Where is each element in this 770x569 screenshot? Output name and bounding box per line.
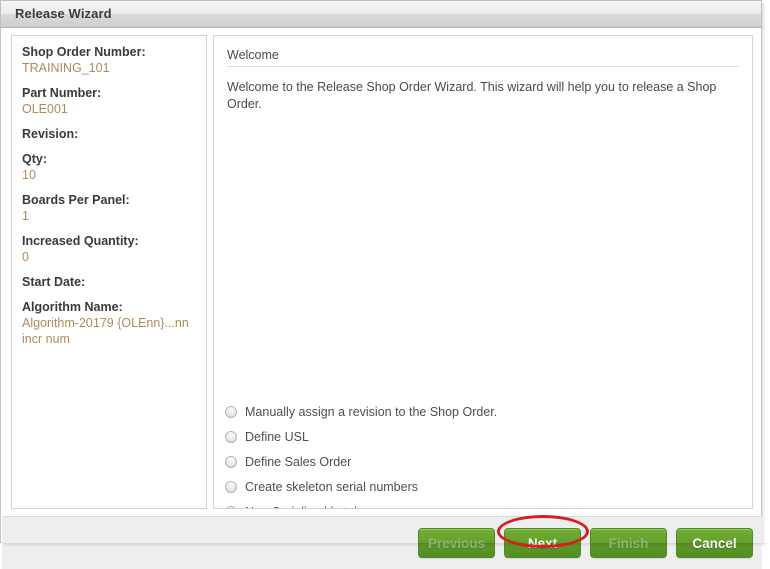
info-field-label: Revision: xyxy=(22,127,79,141)
info-field: Shop Order Number: TRAINING_101 xyxy=(22,44,206,76)
titlebar-shadow xyxy=(762,3,766,31)
info-field-value: OLE001 xyxy=(22,102,68,116)
wizard-option-row[interactable]: Non-Serialized batch xyxy=(225,499,725,509)
section-title: Welcome xyxy=(227,48,279,62)
info-field-value: TRAINING_101 xyxy=(22,61,110,75)
info-field: Start Date: xyxy=(22,274,206,290)
info-field-label: Part Number: xyxy=(22,86,102,100)
wizard-option-label: Create skeleton serial numbers xyxy=(245,479,418,494)
wizard-option-row[interactable]: Define USL xyxy=(225,424,725,449)
radio-button-icon[interactable] xyxy=(225,430,237,443)
info-field-label: Qty: xyxy=(22,152,47,166)
window-titlebar: Release Wizard xyxy=(0,0,762,28)
radio-button-icon[interactable] xyxy=(225,480,237,493)
radio-button-icon[interactable] xyxy=(225,455,237,468)
shop-order-info-panel: Shop Order Number: TRAINING_101 Part Numbe… xyxy=(11,35,207,509)
window-title: Release Wizard xyxy=(15,6,112,21)
info-field: Increased Quantity: 0 xyxy=(22,233,206,265)
info-field: Boards Per Panel: 1 xyxy=(22,192,206,224)
window-bottom-shadow xyxy=(4,543,766,547)
info-field-label: Algorithm Name: xyxy=(22,300,123,314)
wizard-option-label: Define Sales Order xyxy=(245,454,352,469)
radio-button-icon[interactable] xyxy=(225,505,237,508)
info-field: Revision: xyxy=(22,126,206,142)
info-field-label: Shop Order Number: xyxy=(22,45,146,59)
info-field-label: Increased Quantity: xyxy=(22,234,139,248)
info-field-value: 10 xyxy=(22,168,36,182)
info-field-value: Algorithm-20179 {OLEnn}...nn incr num xyxy=(22,316,189,346)
info-field-label: Start Date: xyxy=(22,275,86,289)
wizard-option-row[interactable]: Create skeleton serial numbers xyxy=(225,474,725,499)
wizard-option-row[interactable]: Manually assign a revision to the Shop O… xyxy=(225,399,725,424)
info-field: Algorithm Name: Algorithm-20179 {OLEnn}..… xyxy=(22,299,206,347)
info-field: Part Number: OLE001 xyxy=(22,85,206,117)
wizard-option-label: Define USL xyxy=(245,429,309,444)
shop-order-info-list: Shop Order Number: TRAINING_101 Part Numbe… xyxy=(12,36,206,347)
release-wizard-window: Release Wizard Shop Order Number: TRAININ… xyxy=(0,0,770,569)
radio-button-icon[interactable] xyxy=(225,405,237,418)
info-field-value: 1 xyxy=(22,209,29,223)
info-field-value: 0 xyxy=(22,250,29,264)
wizard-content-panel: Welcome Welcome to the Release Shop Orde… xyxy=(213,35,753,509)
wizard-option-row[interactable]: Define Sales Order xyxy=(225,449,725,474)
wizard-option-label: Non-Serialized batch xyxy=(245,505,361,509)
wizard-body: Shop Order Number: TRAINING_101 Part Numbe… xyxy=(0,28,762,569)
wizard-intro-text: Welcome to the Release Shop Order Wizard… xyxy=(227,80,717,111)
section-title-divider xyxy=(227,66,739,67)
wizard-option-label: Manually assign a revision to the Shop O… xyxy=(245,404,498,419)
info-field: Qty: 10 xyxy=(22,151,206,183)
window-right-shadow xyxy=(762,31,766,543)
wizard-options-group: Manually assign a revision to the Shop O… xyxy=(225,399,725,509)
info-field-label: Boards Per Panel: xyxy=(22,193,130,207)
